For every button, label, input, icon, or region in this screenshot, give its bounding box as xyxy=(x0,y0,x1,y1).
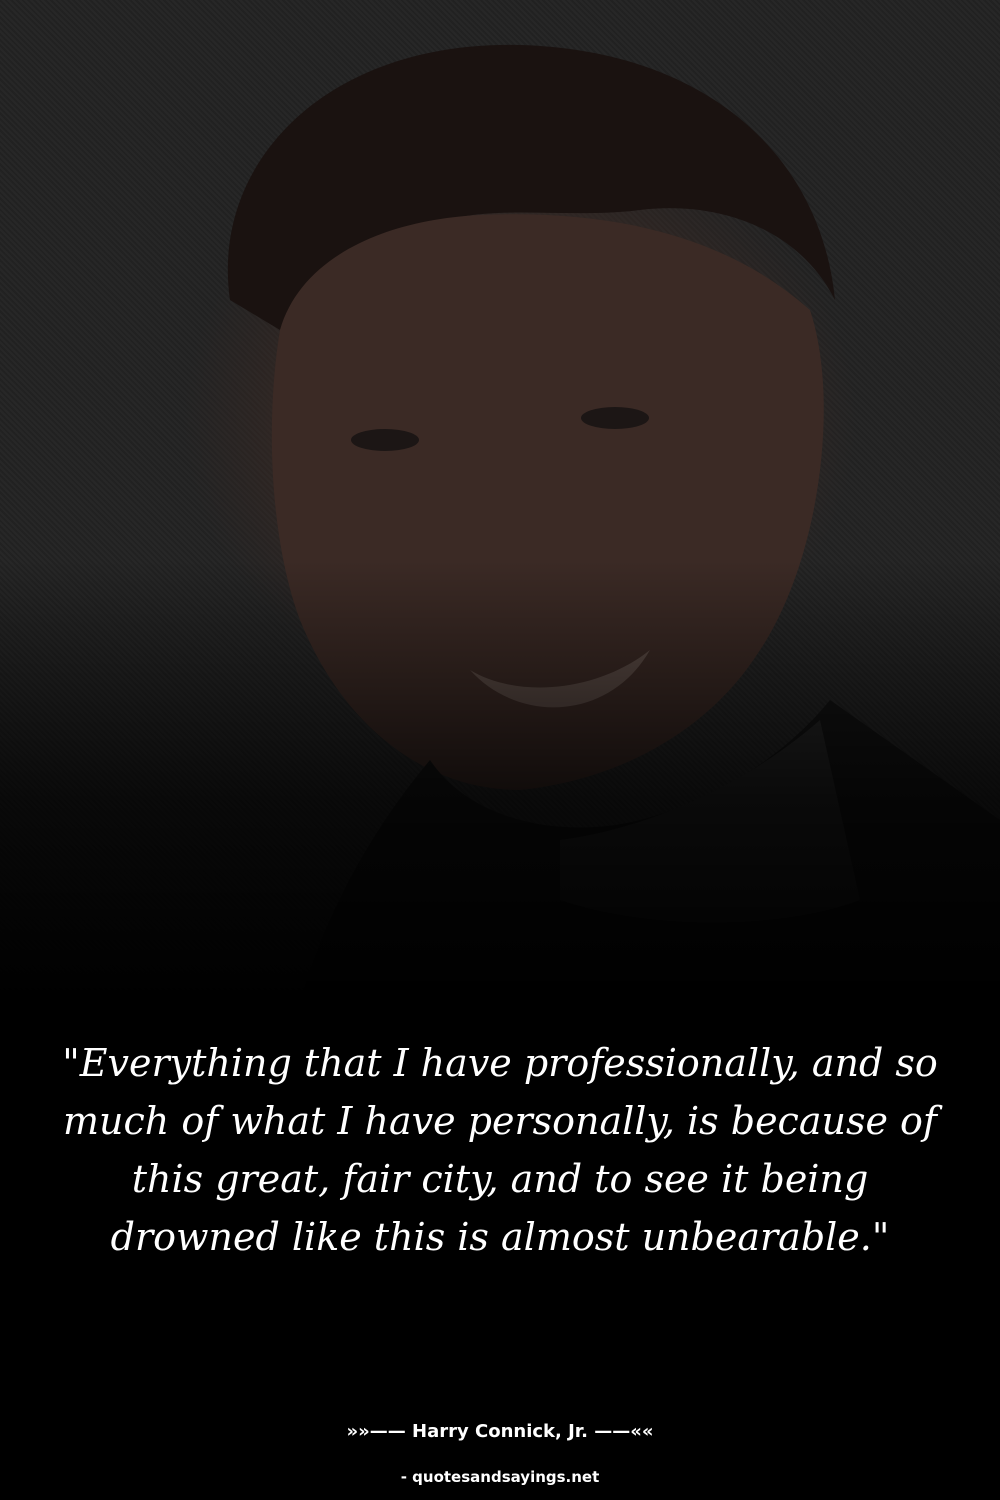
left-eye xyxy=(351,429,419,451)
right-eye xyxy=(581,407,649,429)
author-attribution: »»—— Harry Connick, Jr. ——«« xyxy=(346,1421,654,1442)
source-watermark: - quotesandsayings.net xyxy=(400,1468,600,1486)
quote-text: "Everything that I have professionally, … xyxy=(62,1041,938,1259)
photo-fade-overlay xyxy=(0,560,1000,1000)
